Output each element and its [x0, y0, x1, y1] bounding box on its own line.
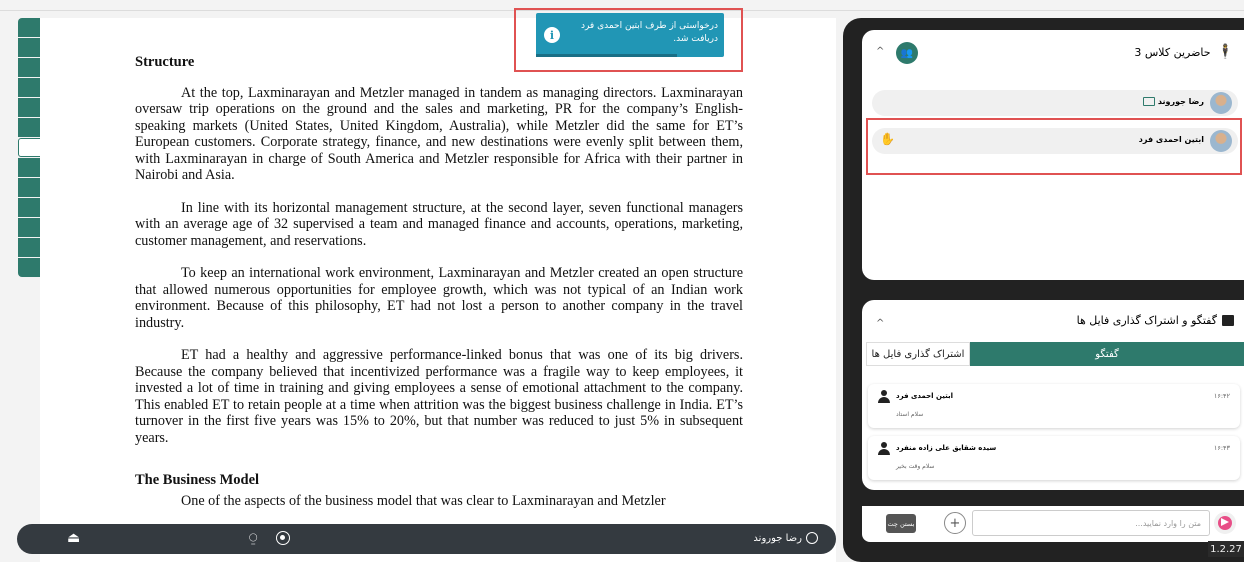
chevron-up-icon[interactable]: ^: [876, 318, 884, 329]
attendee-row[interactable]: رضا جوروند: [872, 90, 1238, 116]
paragraph: In line with its horizontal management s…: [135, 199, 743, 249]
avatar: [1210, 92, 1232, 114]
chat-header: گفتگو و اشتراک گذاری فایل ها: [1077, 314, 1234, 327]
document-viewer[interactable]: Structure At the top, Laxminarayan and M…: [40, 18, 836, 562]
section-heading-business-model: The Business Model: [135, 472, 260, 488]
chat-message: ابتین احمدی فرد ۱۶:۴۲ سلام استاد: [868, 384, 1240, 428]
tab-chat[interactable]: گفتگو: [970, 342, 1244, 366]
user-icon: [878, 442, 890, 456]
attendees-header: 🕴 حاضرین کلاس 3: [1134, 44, 1234, 60]
group-icon[interactable]: 👥: [896, 42, 918, 64]
version-label: 1.2.27: [1208, 541, 1244, 557]
monitor-icon: [1142, 97, 1155, 106]
chat-message: سیده شقایق علی زاده منفرد ۱۶:۴۳ سلام وقت…: [868, 436, 1240, 480]
document-content: Structure At the top, Laxminarayan and M…: [135, 54, 743, 525]
chat-input-bar: بستن چت +: [862, 506, 1244, 542]
toast-highlight-frame: [514, 8, 743, 72]
message-time: ۱۶:۴۲: [1213, 392, 1230, 400]
close-chat-button[interactable]: بستن چت: [886, 514, 916, 533]
chat-icon: [1222, 315, 1234, 326]
bottom-toolbar: ⏏ ⍜ رضا جوروند: [17, 524, 836, 554]
attach-icon[interactable]: +: [944, 512, 966, 534]
share-screen-icon[interactable]: ⍜: [249, 530, 257, 546]
attendees-title: حاضرین کلاس 3: [1134, 45, 1211, 59]
chat-message-input[interactable]: [972, 510, 1210, 536]
exit-icon[interactable]: ⏏: [67, 530, 80, 546]
record-icon[interactable]: [276, 531, 290, 545]
message-text: سلام وقت بخیر: [896, 463, 935, 470]
paragraph: To keep an international work environmen…: [135, 265, 743, 331]
send-icon[interactable]: [1214, 512, 1236, 534]
current-user-name: رضا جوروند: [753, 532, 802, 544]
tab-file-sharing[interactable]: اشتراک گذاری فایل ها: [866, 342, 970, 366]
current-user[interactable]: رضا جوروند: [753, 532, 818, 544]
message-text: سلام استاد: [896, 411, 924, 418]
user-icon: [806, 532, 818, 544]
attendee-name: رضا جوروند: [1142, 97, 1204, 106]
paragraph: ET had a healthy and aggressive performa…: [135, 347, 743, 446]
paragraph-partial: One of the aspects of the business model…: [181, 492, 666, 509]
chevron-up-icon[interactable]: ^: [876, 46, 884, 57]
message-sender: سیده شقایق علی زاده منفرد: [896, 444, 997, 452]
message-sender: ابتین احمدی فرد: [896, 392, 954, 400]
chat-title: گفتگو و اشتراک گذاری فایل ها: [1076, 314, 1217, 327]
user-icon: [878, 390, 890, 404]
person-icon: 🕴: [1216, 44, 1234, 60]
chat-panel: گفتگو و اشتراک گذاری فایل ها ^ اشتراک گذ…: [862, 300, 1244, 490]
paragraph: At the top, Laxminarayan and Metzler man…: [135, 84, 743, 184]
message-time: ۱۶:۴۳: [1213, 444, 1230, 452]
attendee-highlight-frame: [866, 118, 1242, 175]
